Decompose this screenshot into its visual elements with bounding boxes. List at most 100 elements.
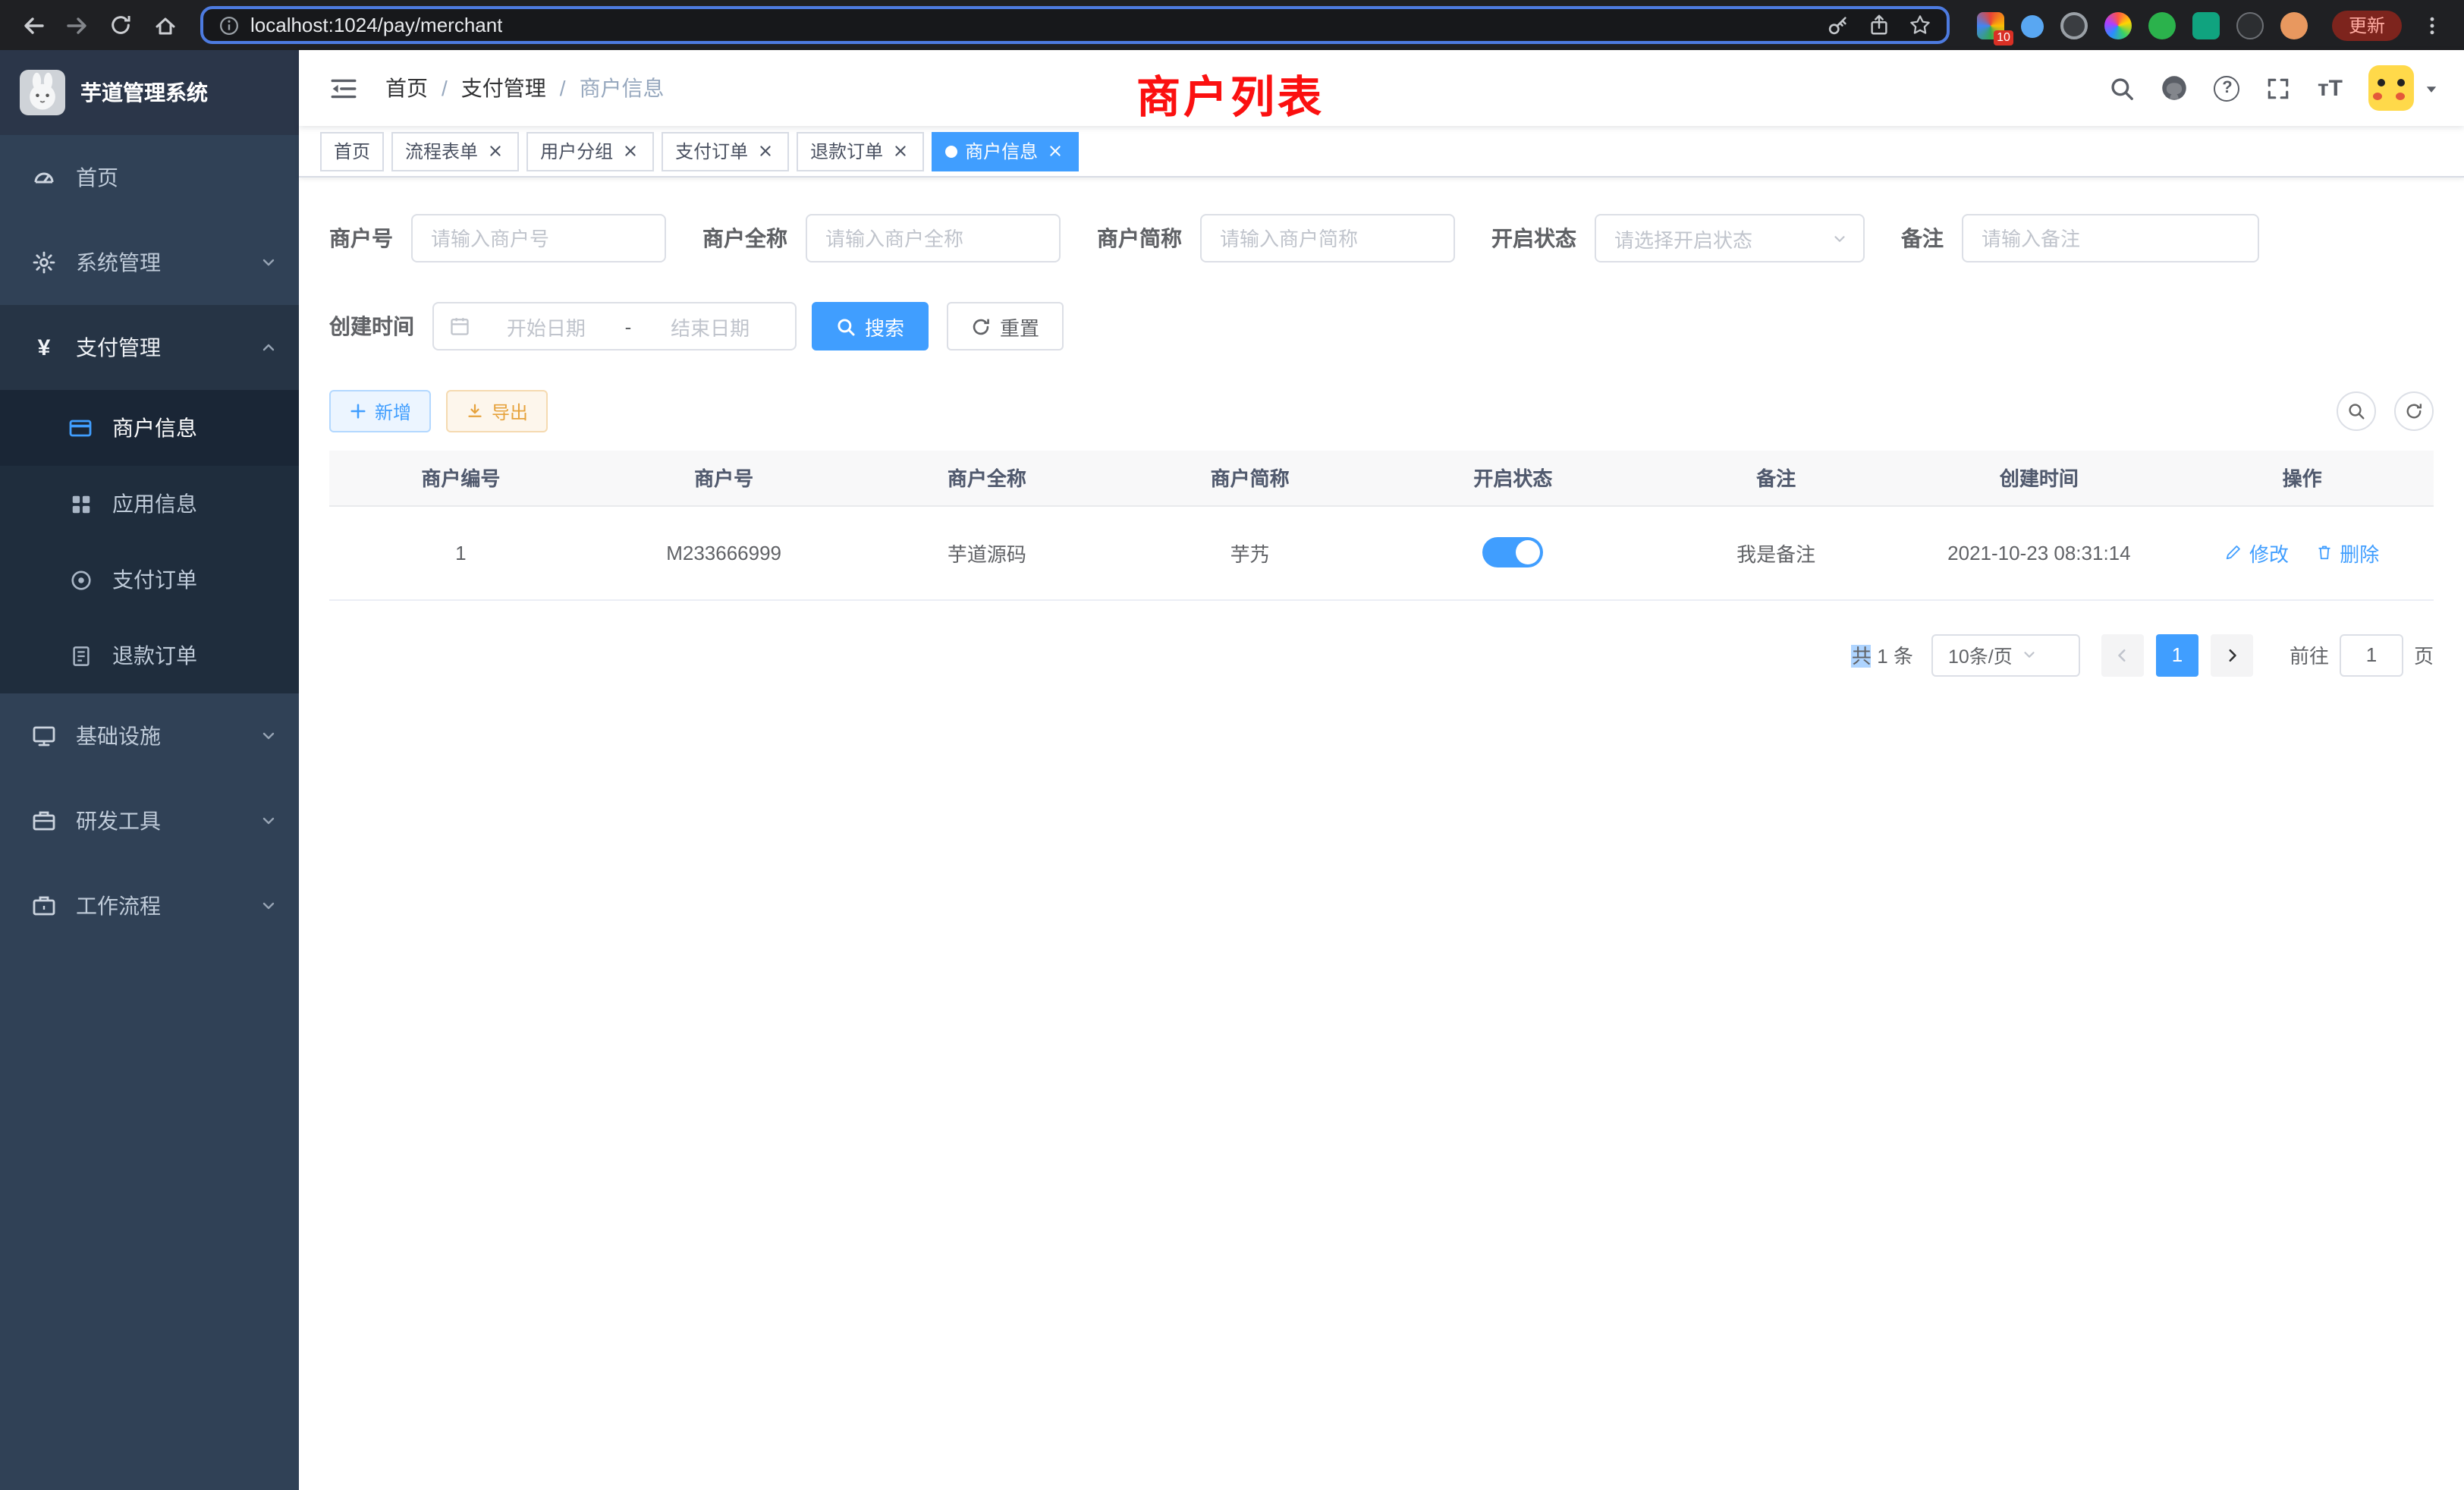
breadcrumb-home[interactable]: 首页 (385, 73, 428, 103)
edit-link[interactable]: 修改 (2225, 538, 2289, 567)
filter-label-full-name: 商户全称 (702, 223, 787, 253)
short-name-input[interactable] (1200, 214, 1455, 262)
chevron-down-icon (1831, 230, 1848, 247)
tab-home[interactable]: 首页 (320, 131, 384, 171)
profile-avatar-icon[interactable] (2280, 11, 2308, 39)
tab-label: 支付订单 (675, 138, 748, 164)
sidebar-item-home[interactable]: 首页 (0, 135, 299, 220)
export-button[interactable]: 导出 (446, 390, 548, 432)
tab-pay-order[interactable]: 支付订单 (662, 131, 789, 171)
refresh-icon[interactable] (2394, 391, 2434, 431)
extension-green-square-icon[interactable] (2192, 11, 2220, 39)
tab-refund-order[interactable]: 退款订单 (797, 131, 924, 171)
tab-label: 流程表单 (405, 138, 478, 164)
tab-label: 商户信息 (965, 138, 1038, 164)
close-icon[interactable] (756, 141, 775, 161)
extension-color-icon[interactable] (2104, 11, 2132, 39)
tab-user-group[interactable]: 用户分组 (526, 131, 654, 171)
sidebar-item-label: 系统管理 (76, 247, 161, 278)
extension-pinwheel-icon[interactable] (2236, 11, 2264, 39)
filter-label-merchant-no: 商户号 (329, 223, 393, 253)
col-status: 开启状态 (1381, 451, 1645, 505)
goto-page-input[interactable] (2340, 633, 2403, 676)
address-bar[interactable]: localhost:1024/pay/merchant (200, 6, 1950, 44)
password-key-icon[interactable] (1827, 14, 1850, 36)
github-icon[interactable] (2161, 74, 2189, 102)
sidebar-item-app-info[interactable]: 应用信息 (0, 466, 299, 542)
close-icon[interactable] (1045, 141, 1065, 161)
close-icon[interactable] (621, 141, 640, 161)
close-icon[interactable] (486, 141, 505, 161)
sidebar-item-payment[interactable]: ¥ 支付管理 (0, 305, 299, 390)
page-size-select[interactable]: 10条/页 (1931, 633, 2080, 676)
delete-link[interactable]: 删除 (2315, 538, 2379, 567)
col-merchant-no: 商户号 (592, 451, 856, 505)
total-suffix: 条 (1894, 645, 1913, 668)
col-actions: 操作 (2170, 451, 2434, 505)
home-button[interactable] (144, 5, 185, 46)
sidebar-item-workflow[interactable]: 工作流程 (0, 863, 299, 948)
next-page-icon[interactable] (2211, 633, 2253, 676)
close-icon[interactable] (891, 141, 910, 161)
status-select[interactable]: 请选择开启状态 (1595, 214, 1865, 262)
kebab-menu-icon[interactable] (2411, 5, 2452, 46)
sidebar-item-dev-tools[interactable]: 研发工具 (0, 778, 299, 863)
gear-icon (32, 250, 56, 275)
browser-update-button[interactable]: 更新 (2332, 10, 2402, 40)
url-text[interactable]: localhost:1024/pay/merchant (250, 14, 502, 36)
search-icon[interactable] (2110, 75, 2136, 101)
sidebar-item-pay-order[interactable]: 支付订单 (0, 542, 299, 618)
extensions-row: 10 (1977, 11, 2308, 39)
payment-submenu: 商户信息 应用信息 支付订单 退款订单 (0, 390, 299, 693)
tab-label: 首页 (334, 138, 370, 164)
user-avatar[interactable] (2368, 65, 2414, 111)
cell-merchant-id: 1 (329, 505, 592, 599)
extension-ring-icon[interactable] (2060, 11, 2088, 39)
cell-short-name: 芋艿 (1118, 505, 1381, 599)
remark-input[interactable] (1962, 214, 2259, 262)
reset-button[interactable]: 重置 (947, 302, 1064, 350)
fullscreen-icon[interactable] (2266, 75, 2292, 101)
font-size-icon[interactable]: тT (2318, 75, 2343, 101)
credit-card-icon (68, 416, 93, 440)
prev-page-icon[interactable] (2101, 633, 2144, 676)
hamburger-icon[interactable] (323, 68, 364, 108)
forward-button[interactable] (56, 5, 97, 46)
breadcrumb-section[interactable]: 支付管理 (461, 73, 546, 103)
user-menu[interactable] (2368, 65, 2440, 111)
cell-full-name: 芋道源码 (856, 505, 1119, 599)
filter-label-remark: 备注 (1901, 223, 1944, 253)
back-button[interactable] (12, 5, 53, 46)
tab-process-form[interactable]: 流程表单 (391, 131, 519, 171)
filter-label-short-name: 商户简称 (1097, 223, 1182, 253)
tab-label: 退款订单 (810, 138, 883, 164)
app-logo[interactable]: 芋道管理系统 (0, 50, 299, 135)
status-toggle[interactable] (1482, 537, 1543, 567)
edit-link-label: 修改 (2249, 538, 2289, 567)
reload-button[interactable] (100, 5, 141, 46)
sidebar-item-label: 支付订单 (112, 564, 197, 595)
breadcrumb-separator: / (560, 76, 566, 100)
bookmark-star-icon[interactable] (1909, 14, 1931, 36)
merchant-no-input[interactable] (411, 214, 666, 262)
toggle-search-icon[interactable] (2337, 391, 2376, 431)
site-info-icon[interactable] (218, 14, 240, 36)
search-button[interactable]: 搜索 (812, 302, 929, 350)
sidebar-item-system[interactable]: 系统管理 (0, 220, 299, 305)
extension-green-circle-icon[interactable] (2148, 11, 2176, 39)
full-name-input[interactable] (806, 214, 1061, 262)
chevron-down-icon (259, 727, 278, 745)
sidebar-item-refund-order[interactable]: 退款订单 (0, 618, 299, 693)
question-icon[interactable]: ? (2214, 75, 2240, 101)
share-icon[interactable] (1868, 14, 1890, 36)
page-number-current[interactable]: 1 (2156, 633, 2198, 676)
col-full-name: 商户全称 (856, 451, 1119, 505)
create-time-range-picker[interactable]: 开始日期 - 结束日期 (432, 302, 797, 350)
extension-proxy-icon[interactable]: 10 (1977, 11, 2004, 39)
tab-merchant-info[interactable]: 商户信息 (932, 131, 1079, 171)
chevron-down-icon (259, 812, 278, 830)
sidebar-item-merchant-info[interactable]: 商户信息 (0, 390, 299, 466)
sidebar-item-infrastructure[interactable]: 基础设施 (0, 693, 299, 778)
extension-drop-icon[interactable] (2021, 14, 2044, 37)
add-button[interactable]: 新增 (329, 390, 431, 432)
